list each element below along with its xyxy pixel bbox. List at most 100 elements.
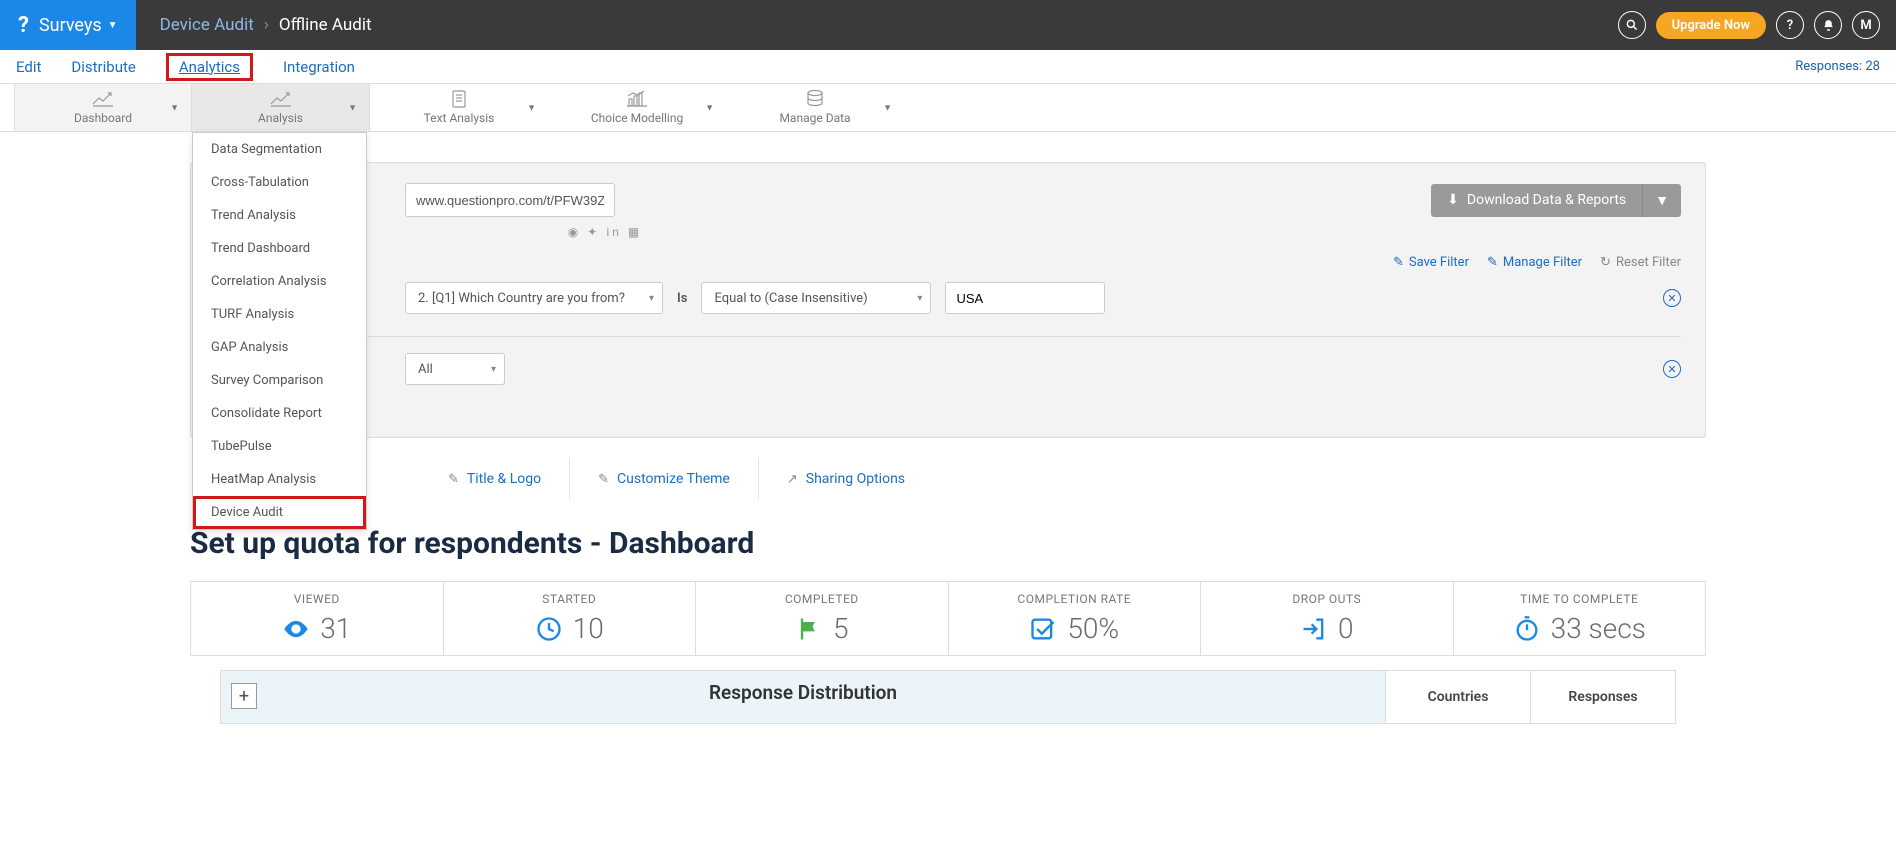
toolbar-text-analysis[interactable]: Text Analysis ▼ — [370, 84, 548, 131]
download-button[interactable]: ⬇ Download Data & Reports — [1431, 184, 1642, 217]
download-icon: ⬇ — [1447, 192, 1459, 208]
eye-icon — [282, 615, 310, 643]
stat-ttc-label: TIME TO COMPLETE — [1454, 592, 1706, 606]
filter-row-2: All ✕ — [215, 353, 1681, 385]
filter-panel: ⬇ Download Data & Reports ▼ ◉ ✦ in ▦ ✎Sa… — [190, 162, 1706, 438]
toolbar-manage-data[interactable]: Manage Data ▼ — [726, 84, 904, 131]
tab-title-logo[interactable]: ✎Title & Logo — [420, 458, 569, 500]
toolbar-text-analysis-label: Text Analysis — [424, 111, 495, 125]
toolbar-analysis[interactable]: Analysis ▼ — [192, 84, 370, 131]
dd-data-segmentation[interactable]: Data Segmentation — [193, 133, 366, 166]
upgrade-button[interactable]: Upgrade Now — [1656, 12, 1766, 39]
stat-drop-outs-label: DROP OUTS — [1201, 592, 1453, 606]
chevron-down-icon: ▼ — [108, 20, 118, 31]
dd-tubepulse[interactable]: TubePulse — [193, 430, 366, 463]
url-row: ⬇ Download Data & Reports ▼ — [215, 183, 1681, 217]
chevron-down-icon: ▼ — [348, 102, 357, 113]
brand-menu[interactable]: ? Surveys ▼ — [0, 0, 136, 50]
twitter-icon[interactable]: ✦ — [587, 225, 600, 239]
tab-distribute[interactable]: Distribute — [71, 58, 135, 76]
linkedin-icon[interactable]: in — [606, 225, 622, 239]
chevron-right-icon: › — [264, 15, 269, 35]
save-filter-link[interactable]: ✎Save Filter — [1393, 255, 1469, 270]
toolbar-dashboard[interactable]: Dashboard ▼ — [14, 84, 192, 131]
flag-icon — [795, 615, 823, 643]
stat-completion-rate: COMPLETION RATE 50% — [949, 582, 1202, 655]
dd-turf-analysis[interactable]: TURF Analysis — [193, 298, 366, 331]
tab-edit[interactable]: Edit — [16, 58, 41, 76]
analysis-dropdown: Data Segmentation Cross-Tabulation Trend… — [192, 132, 367, 530]
database-icon — [803, 90, 827, 108]
dd-trend-analysis[interactable]: Trend Analysis — [193, 199, 366, 232]
toolbar-choice-modelling[interactable]: Choice Modelling ▼ — [548, 84, 726, 131]
divider — [215, 336, 1681, 337]
download-caret-button[interactable]: ▼ — [1642, 184, 1681, 217]
clock-icon — [535, 615, 563, 643]
share-icon: ↗ — [787, 472, 798, 487]
dd-consolidate-report[interactable]: Consolidate Report — [193, 397, 366, 430]
edit-icon: ✎ — [1487, 255, 1498, 270]
stat-completion-rate-value: 50% — [1067, 612, 1119, 645]
brand-label: Surveys — [39, 15, 102, 36]
stat-completed: COMPLETED 5 — [696, 582, 949, 655]
toolbar-dashboard-label: Dashboard — [74, 111, 132, 125]
text-analysis-icon — [447, 90, 471, 108]
stat-drop-outs-value: 0 — [1338, 612, 1354, 645]
breadcrumb-link[interactable]: Device Audit — [160, 15, 254, 35]
chevron-down-icon: ▼ — [527, 102, 536, 113]
chevron-down-icon: ▼ — [883, 102, 892, 113]
tab-customize-theme[interactable]: ✎Customize Theme — [569, 458, 758, 500]
filter-actions: ✎Save Filter ✎Manage Filter ↻Reset Filte… — [215, 255, 1681, 270]
logo-icon: ? — [18, 13, 29, 38]
remove-filter-button[interactable]: ✕ — [1663, 289, 1681, 307]
tab-integration[interactable]: Integration — [283, 58, 355, 76]
tab-sharing-options[interactable]: ↗Sharing Options — [758, 458, 933, 500]
dd-cross-tabulation[interactable]: Cross-Tabulation — [193, 166, 366, 199]
avatar[interactable]: M — [1852, 11, 1880, 39]
filter-question-select[interactable]: 2. [Q1] Which Country are you from? — [405, 282, 663, 314]
qr-icon[interactable]: ▦ — [628, 225, 642, 239]
toolbar-choice-modelling-label: Choice Modelling — [591, 111, 683, 125]
stopwatch-icon — [1513, 615, 1541, 643]
sub-nav: Edit Distribute Analytics Integration Re… — [0, 50, 1896, 84]
analysis-icon — [269, 90, 293, 108]
breadcrumb-current: Offline Audit — [279, 15, 372, 35]
top-bar: ? Surveys ▼ Device Audit › Offline Audit… — [0, 0, 1896, 50]
dd-heatmap-analysis[interactable]: HeatMap Analysis — [193, 463, 366, 496]
filter-value-input[interactable] — [945, 282, 1105, 314]
checkbox-icon — [1029, 615, 1057, 643]
breadcrumb: Device Audit › Offline Audit — [136, 15, 372, 35]
dashboard-tabs: ✎Title & Logo ✎Customize Theme ↗Sharing … — [190, 458, 1706, 500]
dashboard-icon — [91, 90, 115, 108]
add-distribution-button[interactable]: + — [231, 683, 257, 709]
chevron-down-icon: ▼ — [170, 102, 179, 113]
dd-trend-dashboard[interactable]: Trend Dashboard — [193, 232, 366, 265]
survey-url-input[interactable] — [405, 183, 615, 217]
stat-drop-outs: DROP OUTS 0 — [1201, 582, 1454, 655]
notifications-button[interactable] — [1814, 11, 1842, 39]
tab-analytics[interactable]: Analytics — [166, 53, 253, 81]
distribution-headers: Countries Responses — [1386, 670, 1676, 724]
filter-operator-select[interactable]: Equal to (Case Insensitive) — [701, 282, 931, 314]
facebook-icon[interactable]: ◉ — [568, 225, 581, 239]
stat-completed-value: 5 — [833, 612, 849, 645]
dd-gap-analysis[interactable]: GAP Analysis — [193, 331, 366, 364]
toolbar-manage-data-label: Manage Data — [779, 111, 850, 125]
manage-filter-link[interactable]: ✎Manage Filter — [1487, 255, 1582, 270]
help-button[interactable]: ? — [1776, 11, 1804, 39]
choice-modelling-icon — [625, 90, 649, 108]
remove-filter-button[interactable]: ✕ — [1663, 360, 1681, 378]
distribution-panel: + Response Distribution — [220, 670, 1386, 724]
distribution-section: + Response Distribution Countries Respon… — [190, 670, 1706, 724]
stat-viewed: VIEWED 31 — [191, 582, 444, 655]
dashboard-title: Set up quota for respondents - Dashboard — [190, 526, 754, 561]
search-button[interactable] — [1618, 11, 1646, 39]
dd-survey-comparison[interactable]: Survey Comparison — [193, 364, 366, 397]
dd-correlation-analysis[interactable]: Correlation Analysis — [193, 265, 366, 298]
filter-all-select[interactable]: All — [405, 353, 505, 385]
refresh-icon: ↻ — [1600, 255, 1611, 270]
download-group: ⬇ Download Data & Reports ▼ — [1431, 184, 1681, 217]
dd-device-audit[interactable]: Device Audit — [193, 496, 366, 529]
dashboard-title-row: Set up quota for respondents - Dashboard — [190, 500, 1706, 581]
reset-filter-link[interactable]: ↻Reset Filter — [1600, 255, 1681, 270]
